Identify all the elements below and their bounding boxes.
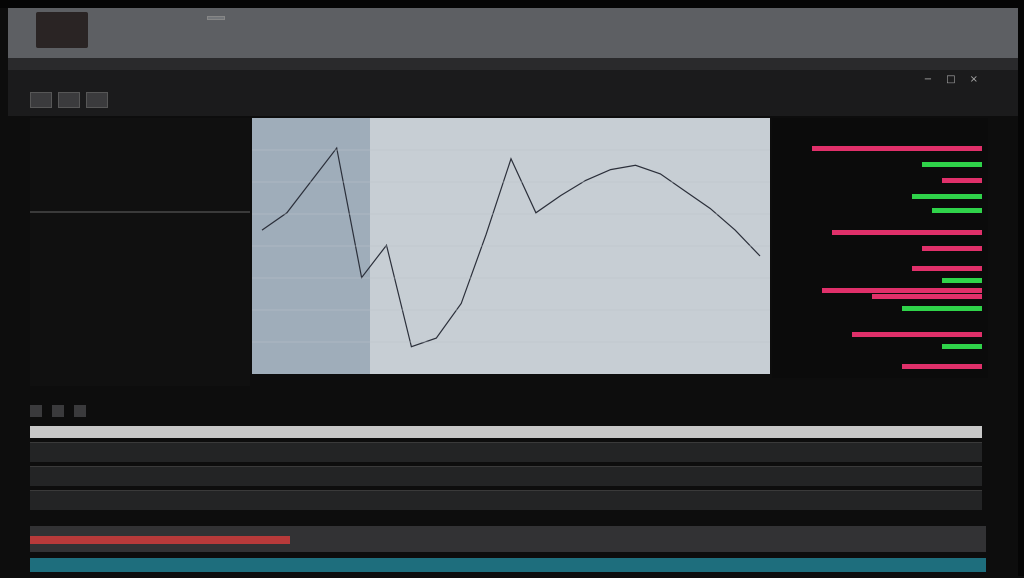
browser-header [8, 8, 1018, 58]
panel-rows-bottom [30, 219, 250, 306]
maximize-icon[interactable]: □ [946, 74, 955, 85]
close-icon[interactable]: × [970, 74, 978, 85]
toolbar-button[interactable] [30, 92, 52, 108]
ask-bar [902, 364, 982, 369]
header-cell[interactable] [638, 426, 982, 438]
bottom-section [30, 386, 986, 576]
table-row[interactable] [30, 442, 982, 462]
table-cell [30, 443, 330, 462]
table-cell [30, 491, 330, 510]
panel-row[interactable] [30, 219, 250, 231]
window-badge[interactable] [207, 16, 225, 20]
right-edge [1018, 0, 1024, 576]
top-strip [0, 0, 1024, 8]
menu-row [30, 74, 58, 88]
favicon-icon [36, 12, 88, 48]
panel-row[interactable] [30, 163, 250, 175]
table-cell [638, 491, 982, 510]
table-row[interactable] [30, 490, 982, 510]
ask-bar [912, 266, 982, 271]
ask-bar [822, 288, 982, 293]
header-cell[interactable] [330, 426, 638, 438]
panel-rows-top [30, 133, 250, 205]
ask-bar [942, 178, 982, 183]
bid-bar [942, 278, 982, 283]
header-cell[interactable] [30, 426, 330, 438]
depth-panel [772, 118, 988, 378]
data-table [30, 426, 982, 510]
table-cell [638, 443, 982, 462]
ask-bar [852, 332, 982, 337]
panel-row[interactable] [30, 234, 250, 246]
filter-chip[interactable] [52, 405, 64, 417]
panel-row[interactable] [30, 178, 250, 190]
app-toolbar: − □ × [8, 70, 1018, 116]
toolbar-button[interactable] [58, 92, 80, 108]
panel-row[interactable] [30, 279, 250, 291]
footer-strip [30, 558, 986, 572]
panel-row[interactable] [30, 264, 250, 276]
filter-row [30, 404, 986, 418]
ask-bar [922, 246, 982, 251]
price-line [261, 146, 761, 348]
price-chart[interactable] [252, 118, 770, 374]
bid-bar [942, 344, 982, 349]
left-panel [30, 118, 250, 386]
ask-bar [812, 146, 982, 151]
panel-row[interactable] [30, 148, 250, 160]
tabs-row [30, 386, 986, 400]
ask-bar [872, 294, 982, 299]
filter-chip[interactable] [30, 405, 42, 417]
panel-row[interactable] [30, 133, 250, 145]
status-bar [30, 526, 986, 552]
bid-bar [932, 208, 982, 213]
bid-bar [922, 162, 982, 167]
table-body [30, 442, 982, 510]
table-cell [330, 491, 638, 510]
footer-text [30, 566, 34, 575]
table-cell [330, 443, 638, 462]
filter-chip[interactable] [74, 405, 86, 417]
table-cell [30, 467, 330, 486]
ask-bar [832, 230, 982, 235]
panel-row[interactable] [30, 294, 250, 306]
table-header [30, 426, 982, 438]
minimize-icon[interactable]: − [924, 74, 932, 85]
toolbar-buttons [30, 92, 108, 108]
table-cell [638, 467, 982, 486]
bid-bar [912, 194, 982, 199]
toolbar-button[interactable] [86, 92, 108, 108]
window-controls: − □ × [924, 74, 978, 85]
panel-row[interactable] [30, 249, 250, 261]
nav-row [8, 58, 1018, 70]
table-row[interactable] [30, 466, 982, 486]
chart-svg [252, 146, 770, 348]
bid-bar [902, 306, 982, 311]
panel-divider [30, 211, 250, 213]
panel-title [30, 118, 250, 130]
status-fill [30, 536, 290, 544]
table-cell [330, 467, 638, 486]
panel-row[interactable] [30, 193, 250, 205]
